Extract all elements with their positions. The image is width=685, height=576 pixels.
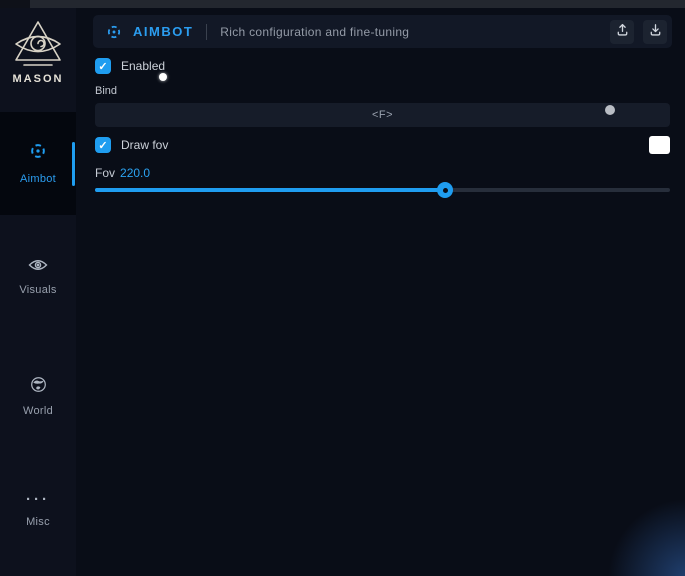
sidebar-item-world[interactable]: World (0, 376, 76, 417)
draw-fov-label: Draw fov (121, 138, 168, 152)
crosshair-icon (106, 24, 122, 40)
fov-color-swatch[interactable] (649, 136, 670, 154)
header-actions (610, 20, 667, 44)
main-panel: AIMBOT Rich configuration and fine-tunin… (76, 8, 685, 576)
divider (206, 24, 207, 40)
window-top-edge (0, 0, 685, 8)
check-icon: ✓ (98, 139, 107, 152)
sidebar-item-label: World (23, 405, 53, 417)
draw-fov-row: ✓ Draw fov (95, 137, 168, 153)
fov-label-row: Fov 220.0 (95, 166, 150, 180)
app-window: MASON Aimbot Visuals (0, 0, 685, 576)
bind-value: <F> (372, 109, 393, 121)
sidebar-item-visuals[interactable]: Visuals (0, 258, 76, 296)
sidebar-item-label: Misc (26, 516, 50, 528)
fov-value: 220.0 (120, 166, 150, 180)
enabled-row: ✓ Enabled (95, 58, 165, 74)
fov-slider-fill (95, 188, 445, 192)
page-subtitle: Rich configuration and fine-tuning (220, 25, 409, 39)
draw-fov-checkbox[interactable]: ✓ (95, 137, 111, 153)
upload-icon (615, 22, 630, 42)
sidebar-item-misc[interactable]: ··· Misc (0, 495, 76, 528)
sidebar-item-aimbot[interactable]: Aimbot (0, 112, 76, 215)
fov-label: Fov (95, 166, 115, 180)
globe-icon (30, 376, 47, 398)
download-icon (648, 22, 663, 42)
sidebar-item-label: Aimbot (20, 173, 56, 185)
eye-pyramid-icon (0, 20, 76, 68)
enabled-checkbox[interactable]: ✓ (95, 58, 111, 74)
mouse-cursor-dot (159, 73, 167, 81)
download-config-button[interactable] (643, 20, 667, 44)
slider-handle-dot (443, 188, 448, 193)
corner-glow (605, 496, 685, 576)
bind-indicator-dot (605, 105, 615, 115)
bind-label: Bind (95, 85, 117, 97)
bind-input[interactable]: <F> (95, 103, 670, 127)
sidebar: MASON Aimbot Visuals (0, 8, 76, 576)
page-title: AIMBOT (133, 24, 193, 39)
crosshair-icon (29, 142, 47, 165)
sidebar-item-label: Visuals (19, 284, 56, 296)
upload-config-button[interactable] (610, 20, 634, 44)
eye-icon (28, 258, 48, 277)
active-tab-indicator (72, 142, 75, 186)
brand-logo: MASON (0, 20, 76, 85)
ellipsis-icon: ··· (26, 495, 50, 509)
fov-slider[interactable] (95, 188, 670, 192)
section-header: AIMBOT Rich configuration and fine-tunin… (93, 15, 672, 48)
fov-slider-handle[interactable] (437, 182, 453, 198)
enabled-label: Enabled (121, 59, 165, 73)
check-icon: ✓ (98, 60, 107, 73)
brand-name: MASON (0, 73, 76, 85)
